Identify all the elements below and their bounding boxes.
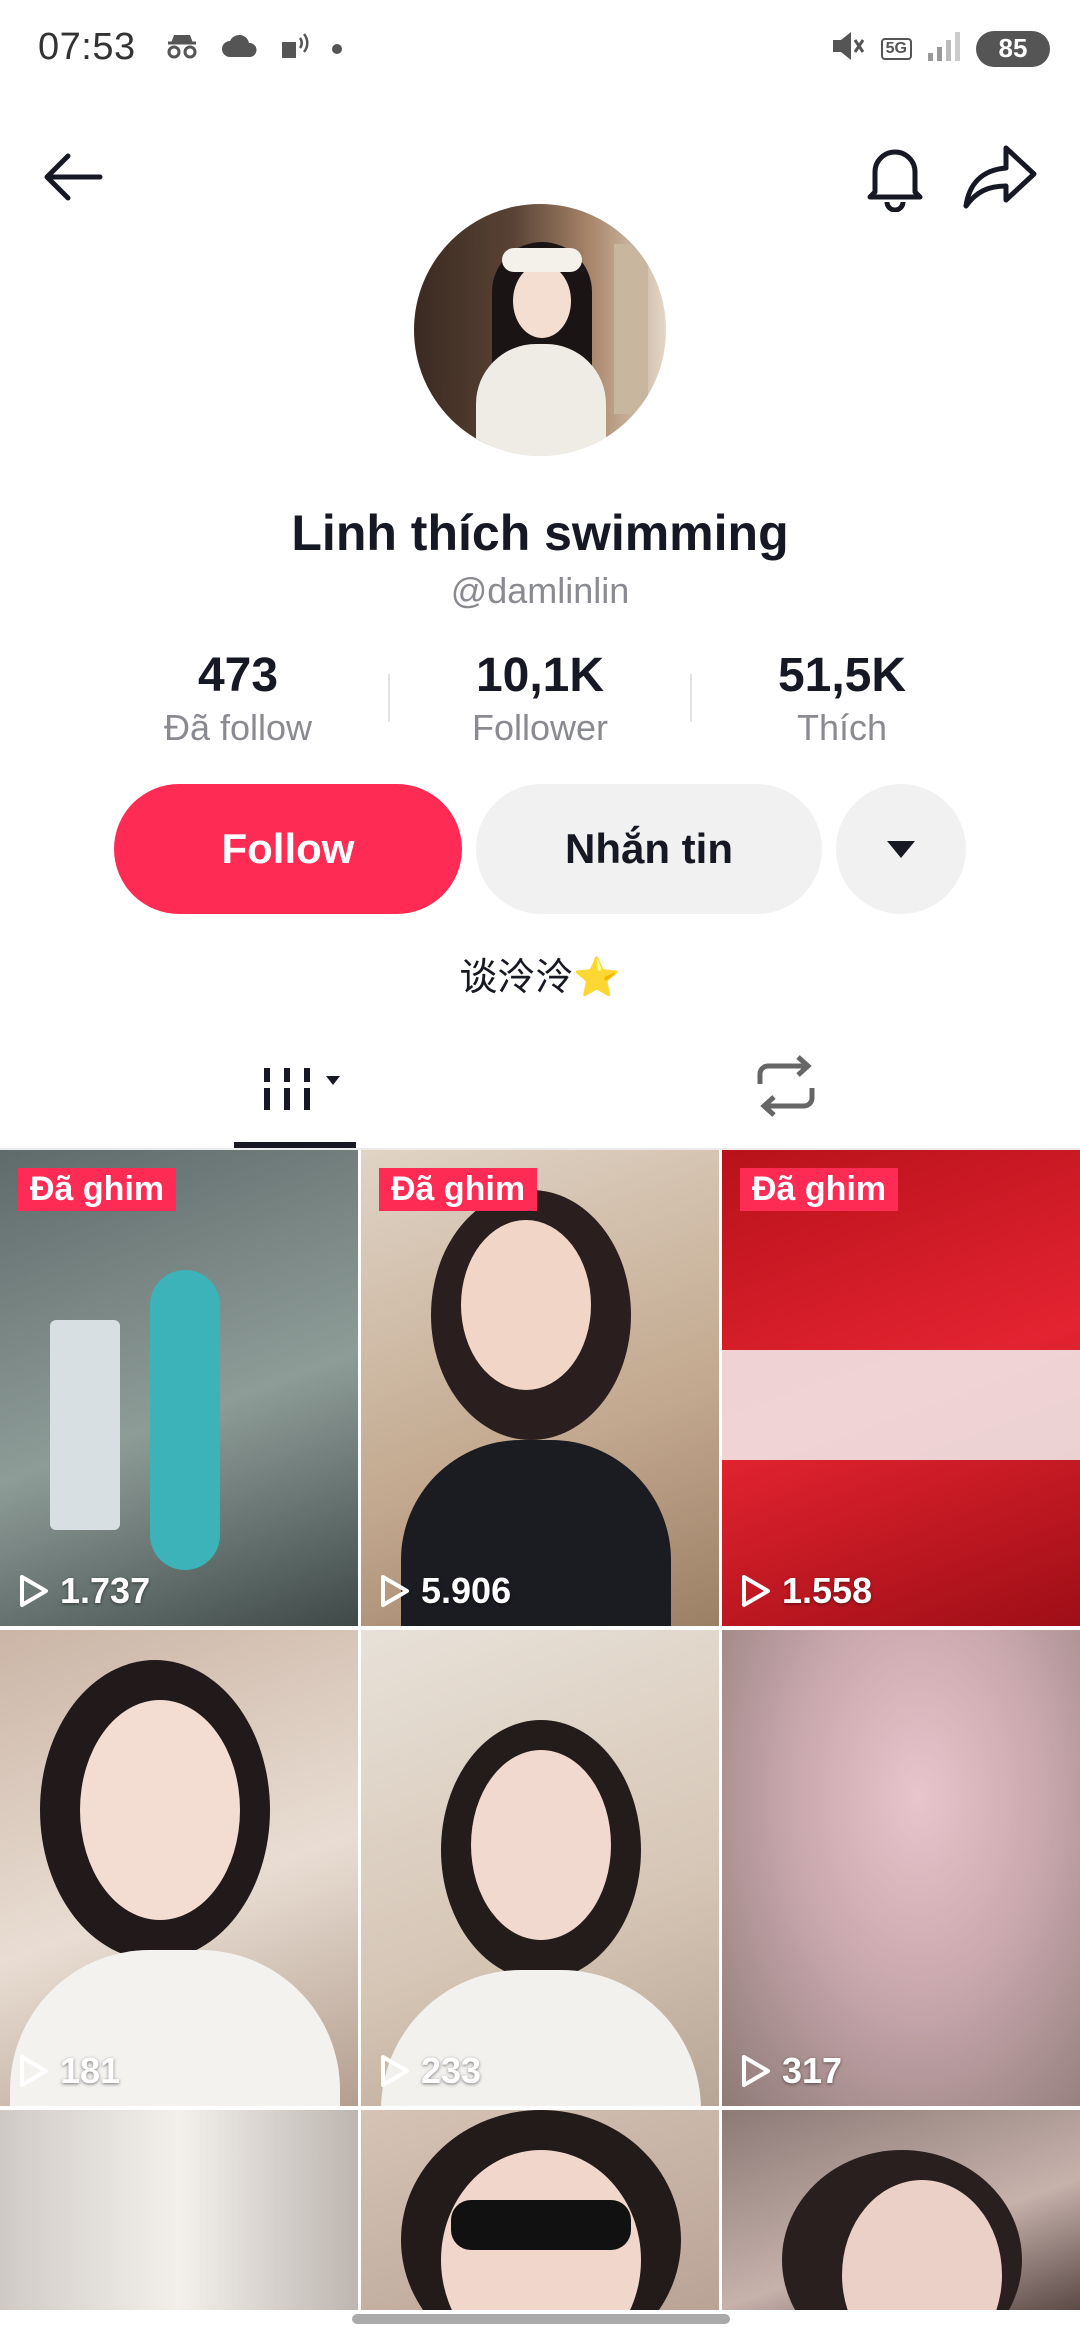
profile-bio: 谈泠泠⭐ [0, 946, 1080, 1001]
share-arrow-icon [963, 145, 1037, 209]
back-button[interactable] [38, 142, 108, 212]
view-count-value: 181 [60, 2050, 121, 2091]
play-icon [20, 2055, 48, 2087]
video-tile[interactable] [0, 2110, 358, 2310]
stat-likes-value: 51,5K [777, 649, 907, 702]
video-tile[interactable] [361, 2110, 719, 2310]
content-tabs [0, 1026, 1080, 1150]
notification-button[interactable] [860, 140, 930, 213]
stat-following-value: 473 [197, 649, 279, 702]
message-button[interactable]: Nhắn tin [476, 784, 822, 914]
caret-down-icon [887, 841, 915, 858]
video-tile[interactable]: 233 [361, 1630, 719, 2106]
profile-stats: 473 Đã follow 10,1K Follower 51,5K Thích [0, 648, 1080, 758]
view-count-value: 233 [421, 2050, 482, 2091]
stat-following[interactable]: 473 Đã follow [88, 648, 388, 749]
video-tile[interactable]: 181 [0, 1630, 358, 2106]
nfc-icon [278, 28, 314, 69]
notification-dot-icon [332, 43, 342, 54]
grid-icon [264, 1068, 340, 1110]
mute-icon [829, 28, 867, 69]
video-tile[interactable]: Đã ghim 1.737 [0, 1150, 358, 1626]
stat-followers-label: Follower [471, 707, 609, 748]
view-count: 5.906 [379, 1570, 511, 1612]
play-icon [742, 1575, 770, 1607]
display-name: Linh thích swimming [291, 505, 789, 561]
video-tile[interactable] [722, 2110, 1080, 2310]
stat-followers[interactable]: 10,1K Follower [390, 648, 690, 749]
bio-text: 谈泠泠 [459, 957, 574, 999]
username-handle: @damlinlin [450, 570, 630, 611]
share-button[interactable] [962, 140, 1038, 212]
view-count-value: 317 [782, 2050, 843, 2091]
play-icon [381, 1575, 409, 1607]
bell-icon [867, 149, 923, 213]
view-count-value: 1.737 [60, 1570, 151, 1611]
repost-icon [757, 1055, 815, 1117]
view-count: 233 [379, 2050, 481, 2092]
star-emoji-icon: ⭐ [573, 957, 621, 999]
play-icon [381, 2055, 409, 2087]
incognito-icon [162, 31, 202, 66]
view-count-value: 1.558 [782, 1570, 873, 1611]
follow-button[interactable]: Follow [114, 784, 462, 914]
view-count: 1.558 [740, 1570, 872, 1612]
stat-following-label: Đã follow [163, 707, 313, 748]
video-tile[interactable]: 317 [722, 1630, 1080, 2106]
stat-followers-value: 10,1K [475, 649, 605, 702]
back-arrow-icon [44, 153, 103, 201]
tab-videos[interactable] [234, 1042, 354, 1132]
pinned-badge: Đã ghim [18, 1168, 177, 1211]
view-count-value: 5.906 [421, 1570, 512, 1611]
play-icon [20, 1575, 48, 1607]
active-tab-indicator [234, 1142, 356, 1148]
status-time: 07:53 [38, 26, 136, 68]
play-icon [742, 2055, 770, 2087]
more-options-button[interactable] [836, 784, 966, 914]
view-count: 317 [740, 2050, 842, 2092]
stat-likes[interactable]: 51,5K Thích [692, 648, 992, 749]
network-type: 5G [880, 37, 912, 60]
view-count: 181 [18, 2050, 120, 2092]
video-tile[interactable]: Đã ghim 1.558 [722, 1150, 1080, 1626]
home-indicator[interactable] [352, 2314, 730, 2324]
signal-icon [926, 29, 962, 68]
view-count: 1.737 [18, 1570, 150, 1612]
avatar[interactable] [414, 204, 666, 456]
tab-reposts[interactable] [746, 1046, 826, 1126]
cloud-icon [220, 31, 260, 66]
battery-indicator: 85 [976, 30, 1050, 67]
status-bar: 07:53 5G 85 [0, 0, 1080, 100]
video-tile[interactable]: Đã ghim 5.906 [361, 1150, 719, 1626]
stat-likes-label: Thích [796, 707, 888, 748]
pinned-badge: Đã ghim [740, 1168, 899, 1211]
pinned-badge: Đã ghim [379, 1168, 538, 1211]
